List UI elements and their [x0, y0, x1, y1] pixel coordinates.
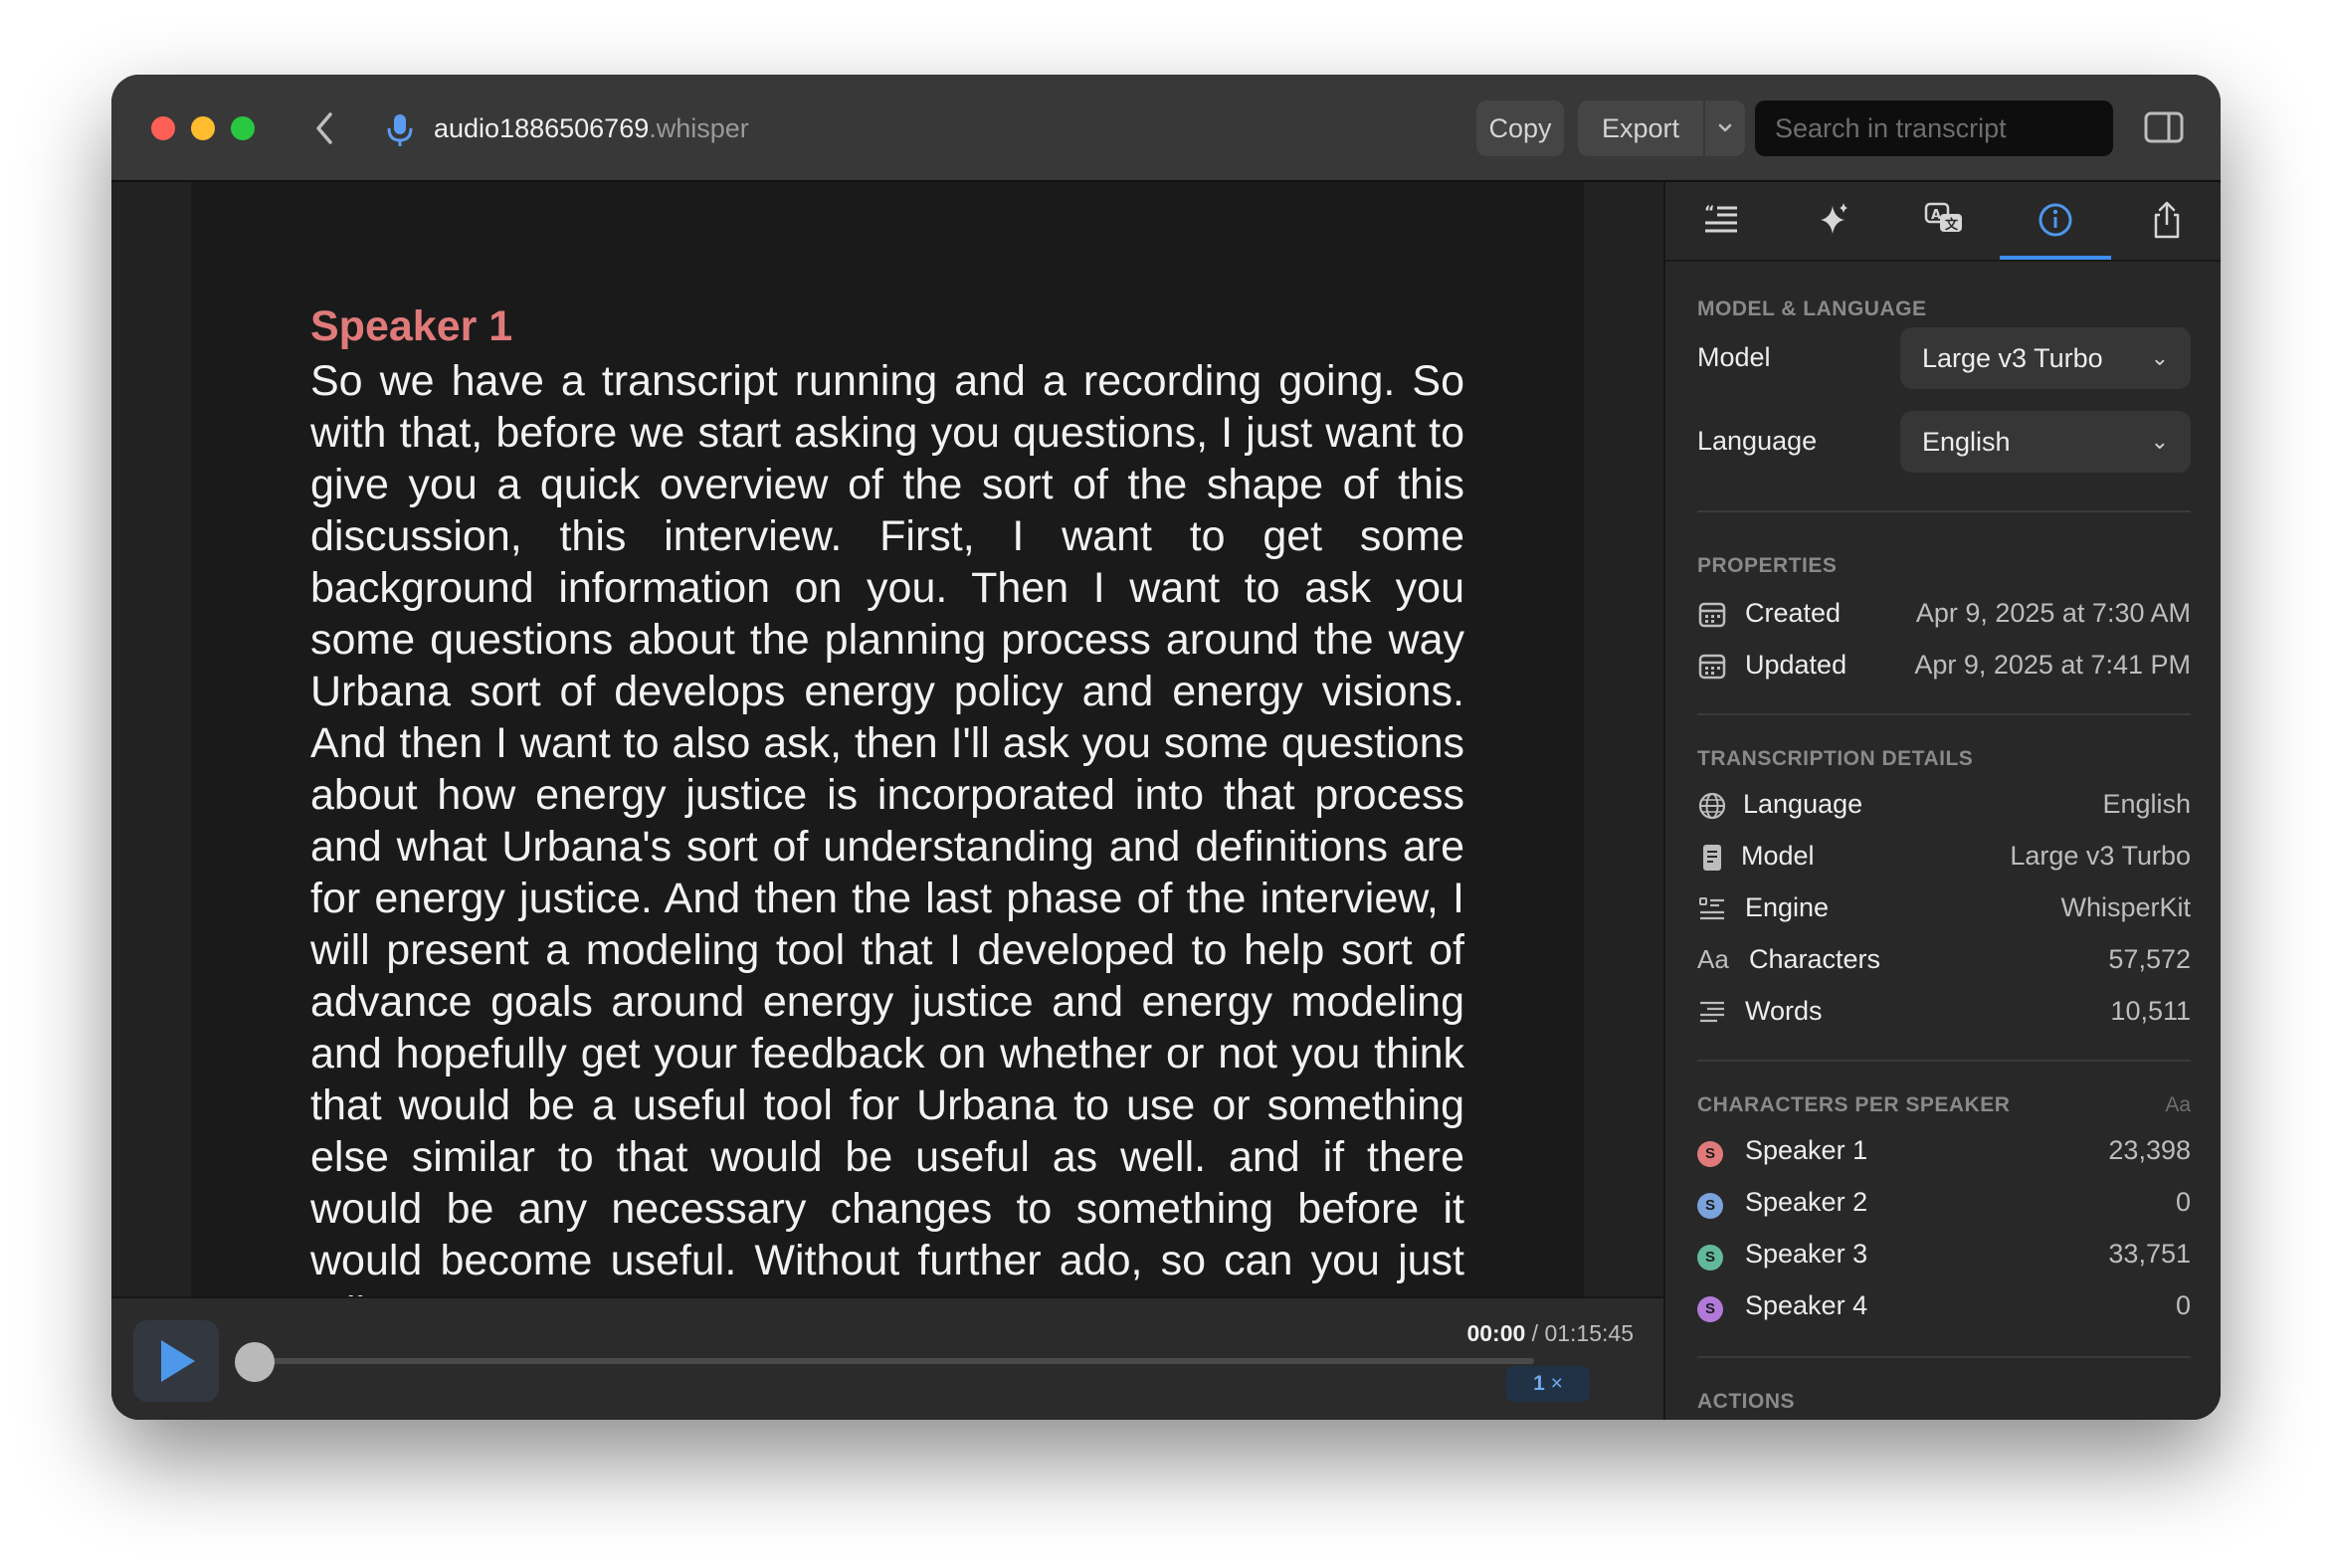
speed-value: 1: [1533, 1372, 1545, 1395]
window-title: audio1886506769.whisper: [434, 110, 749, 146]
svg-text:A: A: [1931, 208, 1941, 223]
chevron-down-icon: ⌄: [2150, 429, 2169, 454]
chevron-down-icon: ⌄: [2150, 345, 2169, 370]
file-extension: .whisper: [649, 113, 749, 143]
current-time: 00:00: [1466, 1320, 1526, 1346]
speaker-label[interactable]: Speaker 1: [310, 299, 512, 353]
updated-label: Updated: [1745, 650, 1847, 680]
speaker-3-count: 33,751: [2108, 1239, 2191, 1269]
speaker-1-count: 23,398: [2108, 1135, 2191, 1165]
transcript-area: Speaker 1 So we have a transcript runnin…: [111, 182, 1663, 1420]
divider: [1697, 1356, 2191, 1358]
updated-value: Apr 9, 2025 at 7:41 PM: [1914, 650, 2191, 680]
document-icon: [1703, 845, 1721, 871]
speaker-2-count: 0: [2175, 1187, 2191, 1217]
info-icon: [2039, 203, 2072, 237]
progress-knob[interactable]: [235, 1342, 275, 1382]
zoom-window-button[interactable]: [231, 116, 255, 140]
speaker-1-avatar: S: [1697, 1141, 1723, 1167]
actions-heading: ACTIONS: [1697, 1390, 1795, 1413]
model-language-heading: MODEL & LANGUAGE: [1697, 297, 1927, 320]
divider: [1697, 1060, 2191, 1062]
speaker-2-avatar: S: [1697, 1193, 1723, 1219]
speaker-2-label: Speaker 2: [1745, 1187, 1868, 1217]
play-icon: [161, 1340, 195, 1382]
detail-model-label: Model: [1741, 841, 1815, 871]
speaker-3-avatar: S: [1697, 1245, 1723, 1271]
transcript-icon: “: [1704, 202, 1737, 233]
model-select-value: Large v3 Turbo: [1922, 343, 2103, 373]
inspector-sidebar: “ A 文 MODEL & LANGUAGE Model Large v3 Tu…: [1663, 182, 2221, 1420]
sparkle-icon: [1821, 203, 1847, 234]
search-input[interactable]: [1755, 100, 2113, 156]
transcript-page[interactable]: Speaker 1 So we have a transcript runnin…: [191, 182, 1584, 1296]
tab-ai[interactable]: [1777, 182, 1888, 258]
detail-model-value: Large v3 Turbo: [2010, 841, 2191, 871]
transcript-text[interactable]: So we have a transcript running and a re…: [310, 355, 1464, 1296]
tab-info[interactable]: [2000, 182, 2111, 260]
tab-share[interactable]: [2111, 182, 2221, 258]
title-bar: audio1886506769.whisper Copy Export: [111, 75, 2221, 182]
copy-button[interactable]: Copy: [1476, 100, 1564, 156]
close-window-button[interactable]: [151, 116, 175, 140]
speaker-4-label: Speaker 4: [1745, 1290, 1868, 1320]
speaker-4-count: 0: [2175, 1290, 2191, 1320]
playback-speed-button[interactable]: 1 ×: [1506, 1366, 1590, 1402]
svg-text:文: 文: [1945, 217, 1959, 233]
chevron-down-icon: [1718, 123, 1732, 132]
microphone-icon: [387, 114, 413, 146]
share-icon: [2154, 201, 2180, 239]
total-duration: 01:15:45: [1544, 1320, 1634, 1346]
transcription-details-heading: TRANSCRIPTION DETAILS: [1697, 747, 1974, 770]
detail-language-value: English: [2102, 789, 2191, 819]
speaker-4-avatar: S: [1697, 1296, 1723, 1322]
language-select[interactable]: English ⌄: [1900, 411, 2191, 473]
speed-unit: ×: [1544, 1372, 1563, 1395]
model-select[interactable]: Large v3 Turbo ⌄: [1900, 327, 2191, 389]
detail-words-value: 10,511: [2110, 996, 2191, 1026]
speaker-1-label: Speaker 1: [1745, 1135, 1868, 1165]
model-label: Model: [1697, 342, 1771, 372]
time-display: 00:00 / 01:15:45: [1466, 1320, 1634, 1347]
minimize-window-button[interactable]: [191, 116, 215, 140]
engine-icon: [1699, 897, 1724, 920]
detail-characters-label: Characters: [1749, 944, 1881, 974]
export-menu-button[interactable]: [1705, 100, 1745, 156]
calendar-icon: [1698, 602, 1726, 628]
time-separator: /: [1525, 1320, 1545, 1346]
divider: [1697, 713, 2191, 715]
chevron-left-icon: [316, 112, 332, 144]
characters-per-speaker-heading: CHARACTERS PER SPEAKER: [1697, 1093, 2011, 1116]
tab-translate[interactable]: A 文: [1888, 182, 2000, 258]
back-button[interactable]: [306, 106, 346, 150]
detail-language-label: Language: [1743, 789, 1863, 819]
language-select-value: English: [1922, 427, 2011, 457]
calendar-icon: [1698, 654, 1726, 680]
detail-words-label: Words: [1745, 996, 1823, 1026]
tab-transcript[interactable]: “: [1665, 182, 1777, 258]
properties-heading: PROPERTIES: [1697, 554, 1838, 577]
language-label: Language: [1697, 426, 1818, 456]
inspector-tabs: “ A 文: [1665, 182, 2221, 262]
file-name: audio1886506769: [434, 113, 650, 143]
divider: [1697, 510, 2191, 512]
play-button[interactable]: [133, 1320, 219, 1402]
speaker-3-label: Speaker 3: [1745, 1239, 1868, 1269]
created-value: Apr 9, 2025 at 7:30 AM: [1915, 598, 2191, 628]
sidebar-toggle-icon[interactable]: [2143, 108, 2185, 146]
progress-track[interactable]: [241, 1358, 1534, 1364]
detail-engine-label: Engine: [1745, 892, 1830, 922]
svg-text:“: “: [1704, 202, 1715, 221]
characters-icon: Aa: [1697, 944, 1729, 974]
translate-icon: A 文: [1924, 202, 1962, 233]
created-label: Created: [1745, 598, 1842, 628]
audio-player: 00:00 / 01:15:45 1 ×: [111, 1296, 1663, 1420]
font-size-toggle[interactable]: Aa: [2165, 1093, 2191, 1117]
globe-icon: [1698, 792, 1726, 820]
words-icon: [1700, 1001, 1724, 1023]
detail-engine-value: WhisperKit: [2060, 892, 2191, 922]
export-button[interactable]: Export: [1578, 100, 1703, 156]
detail-characters-value: 57,572: [2108, 944, 2191, 974]
app-window: audio1886506769.whisper Copy Export Spea…: [111, 75, 2221, 1420]
